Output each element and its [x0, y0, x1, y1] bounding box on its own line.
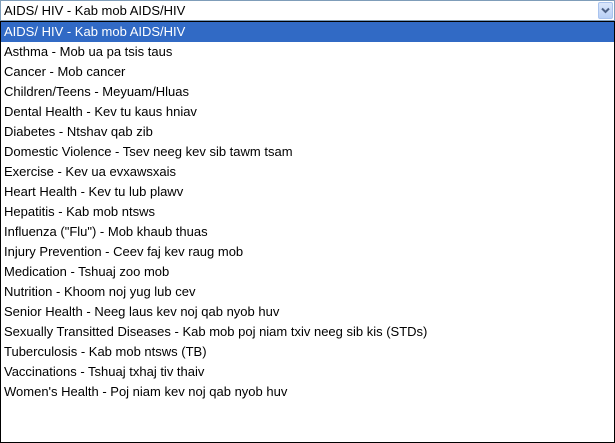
list-item[interactable]: Senior Health - Neeg laus kev noj qab ny…: [1, 302, 614, 322]
list-item[interactable]: Influenza ("Flu") - Mob khaub thuas: [1, 222, 614, 242]
list-item[interactable]: Women's Health - Poj niam kev noj qab ny…: [1, 382, 614, 402]
list-item[interactable]: Dental Health - Kev tu kaus hniav: [1, 102, 614, 122]
list-item[interactable]: Asthma - Mob ua pa tsis taus: [1, 42, 614, 62]
chevron-down-icon: [601, 7, 610, 14]
list-item-selected[interactable]: AIDS/ HIV - Kab mob AIDS/HIV: [1, 22, 614, 42]
list-item[interactable]: Diabetes - Ntshav qab zib: [1, 122, 614, 142]
list-item[interactable]: Sexually Transitted Diseases - Kab mob p…: [1, 322, 614, 342]
list-item[interactable]: Cancer - Mob cancer: [1, 62, 614, 82]
list-item[interactable]: Domestic Violence - Tsev neeg kev sib ta…: [1, 142, 614, 162]
list-item[interactable]: Tuberculosis - Kab mob ntsws (TB): [1, 342, 614, 362]
list-item[interactable]: Nutrition - Khoom noj yug lub cev: [1, 282, 614, 302]
list-item[interactable]: Vaccinations - Tshuaj txhaj tiv thaiv: [1, 362, 614, 382]
dropdown-button[interactable]: [598, 2, 613, 19]
list-item[interactable]: Exercise - Kev ua evxawsxais: [1, 162, 614, 182]
list-item[interactable]: Injury Prevention - Ceev faj kev raug mo…: [1, 242, 614, 262]
list-item[interactable]: Children/Teens - Meyuam/Hluas: [1, 82, 614, 102]
topic-select-value: AIDS/ HIV - Kab mob AIDS/HIV: [4, 3, 186, 18]
topic-dropdown-list[interactable]: AIDS/ HIV - Kab mob AIDS/HIV Asthma - Mob…: [0, 21, 615, 443]
topic-select[interactable]: AIDS/ HIV - Kab mob AIDS/HIV: [0, 0, 615, 21]
list-item[interactable]: Hepatitis - Kab mob ntsws: [1, 202, 614, 222]
list-item[interactable]: Medication - Tshuaj zoo mob: [1, 262, 614, 282]
list-item[interactable]: Heart Health - Kev tu lub plawv: [1, 182, 614, 202]
